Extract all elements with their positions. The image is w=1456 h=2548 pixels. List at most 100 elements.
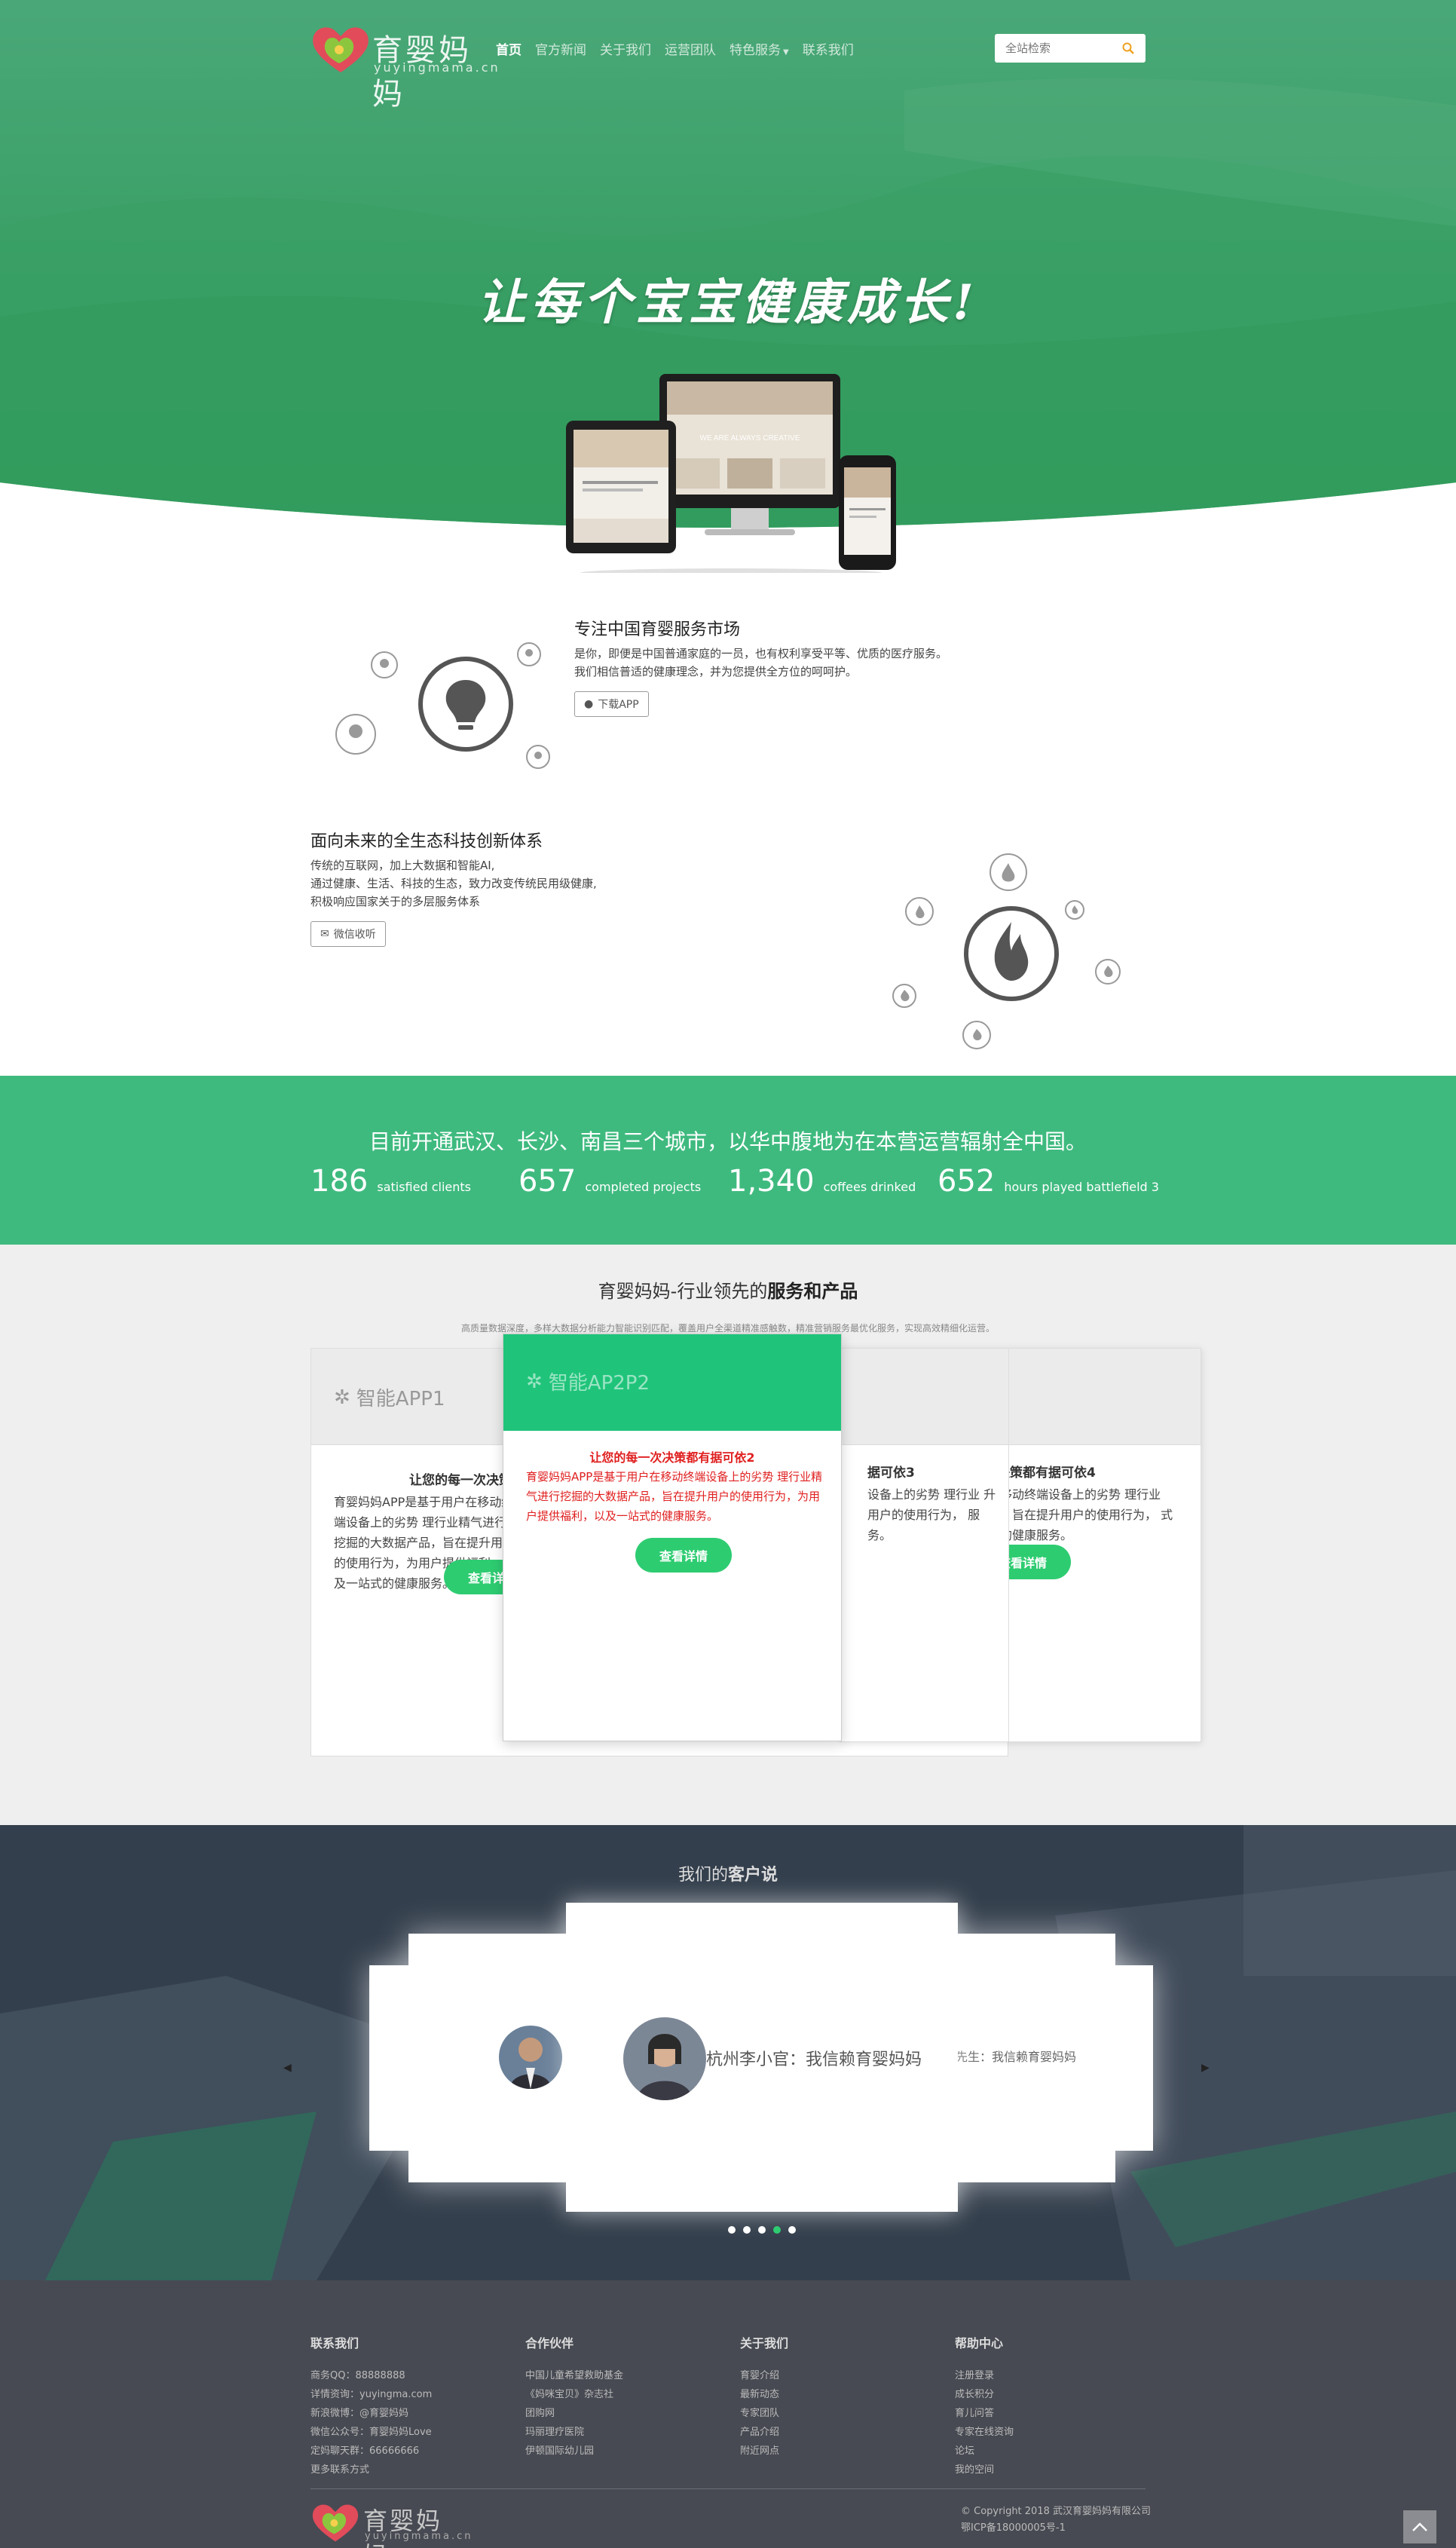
stat-projects-number: 657 [518, 1164, 577, 1199]
footer-col-partners-title: 合作伙伴 [525, 2336, 574, 2350]
download-app-label: 下载APP [598, 699, 639, 711]
feature-ecosystem-title: 面向未来的全生态科技创新体系 [310, 832, 543, 851]
service-card-2-featured: ✲ 智能AP2P2 让您的每一次决策都有据可依2 育婴妈妈APP是基于用户在移动终… [503, 1334, 842, 1741]
footer-link[interactable]: 详情资询：yuyingma.com [310, 2385, 432, 2404]
person-avatar-icon [623, 2017, 706, 2100]
carousel-next-icon[interactable]: ▶ [1201, 2062, 1210, 2074]
service-card-1-head: ✲ 智能APP1 [334, 1383, 445, 1411]
footer-link[interactable]: 玛丽理疗医院 [525, 2423, 623, 2442]
feature-ecosystem: 面向未来的全生态科技创新体系 传统的互联网，加上大数据和智能AI, 通过健康、生… [310, 828, 597, 947]
site-logo[interactable]: 育婴妈妈 yuyingmama.cn [310, 23, 498, 112]
carousel-dot-1[interactable] [728, 2226, 736, 2234]
gear-icon: ✲ [526, 1370, 543, 1393]
footer-link[interactable]: 定妈聊天群：66666666 [310, 2442, 432, 2461]
nav-item-home[interactable]: 首页 [496, 39, 522, 58]
nav-item-services-label: 特色服务 [730, 43, 781, 58]
footer-col-about-title: 关于我们 [740, 2336, 789, 2350]
footer-link[interactable]: 附近网点 [740, 2442, 788, 2461]
footer-col-help: 帮助中心 注册登录 成长积分 育儿问答 专家在线资询 论坛 我的空间 [955, 2333, 1014, 2479]
lightbulb-icon [418, 657, 513, 752]
testimonials-section: 我们的客户说 先生：我信赖育婴妈妈 杭州李小官：我信赖育婴妈妈 ◀ ▶ [0, 1825, 1456, 2280]
hero-slogan: 让每个宝宝健康成长! [477, 274, 979, 331]
footer-link[interactable]: 微信公众号：育婴妈妈Love [310, 2423, 432, 2442]
service-card-4-text: 移动终端设备上的劣势 理行业 ，旨在提升用户的使用行为， 式的健康服务。 [1000, 1487, 1173, 1542]
testimonials-title-prefix: 我们的 [678, 1866, 728, 1885]
footer-link[interactable]: 育儿问答 [955, 2404, 1014, 2423]
footer-link[interactable]: 产品介绍 [740, 2423, 788, 2442]
services-title-bold: 服务和产品 [767, 1281, 858, 1302]
nav-item-team[interactable]: 运营团队 [665, 39, 716, 58]
testimonial-right-quote: 先生：我信赖育婴妈妈 [956, 2050, 1077, 2064]
footer-link[interactable]: 《妈咪宝贝》杂志社 [525, 2385, 623, 2404]
heart-logo-icon [312, 2504, 359, 2542]
back-to-top-button[interactable] [1403, 2510, 1436, 2543]
footer-link[interactable]: 论坛 [955, 2442, 1014, 2461]
footer-link[interactable]: 更多联系方式 [310, 2461, 432, 2479]
service-card-2-text: 育婴妈妈APP是基于用户在移动终端设备上的劣势 理行业精气进行挖掘的大数据产品，… [526, 1470, 823, 1523]
testimonials-title: 我们的客户说 [0, 1861, 1456, 1885]
footer-link[interactable]: 我的空间 [955, 2461, 1014, 2479]
stat-coffees-number: 1,340 [728, 1164, 815, 1199]
site-footer: 联系我们 商务QQ：88888888 详情资询：yuyingma.com 新浪微… [0, 2280, 1456, 2548]
nav-item-services[interactable]: 特色服务 ▼ [730, 39, 789, 58]
service-card-3-text: 设备上的劣势 理行业 升用户的使用行为， 服务。 [867, 1487, 996, 1542]
main-menu: 首页 官方新闻 关于我们 运营团队 特色服务 ▼ 联系我们 [496, 39, 854, 58]
carousel-prev-icon[interactable]: ◀ [283, 2062, 292, 2074]
stat-coffees: 1,340 coffees drinked [728, 1164, 916, 1199]
search-icon[interactable] [1121, 41, 1135, 55]
download-app-button[interactable]: ● 下载APP [574, 691, 649, 717]
stat-clients-label: satisfied clients [377, 1180, 471, 1194]
apple-icon: ● [584, 698, 594, 710]
testimonial-main-quote: 杭州李小官：我信赖育婴妈妈 [706, 2050, 922, 2069]
footer-copyright: © Copyright 2018 武汉育婴妈妈有限公司 鄂ICP备1800000… [961, 2504, 1151, 2537]
footer-link[interactable]: 新浪微博：@育婴妈妈 [310, 2404, 432, 2423]
chevron-up-icon [1412, 2522, 1427, 2531]
wechat-follow-label: 微信收听 [333, 929, 376, 941]
carousel-dot-2[interactable] [743, 2226, 751, 2234]
search-input[interactable] [995, 34, 1115, 63]
device-screen-text: WE ARE ALWAYS CREATIVE [700, 434, 800, 443]
footer-link[interactable]: 专家在线资询 [955, 2423, 1014, 2442]
footer-link[interactable]: 育婴介绍 [740, 2366, 788, 2385]
nav-item-contact[interactable]: 联系我们 [803, 39, 854, 58]
wechat-follow-button[interactable]: ✉ 微信收听 [310, 921, 386, 947]
footer-link[interactable]: 注册登录 [955, 2366, 1014, 2385]
search-box [995, 34, 1146, 63]
footer-link[interactable]: 成长积分 [955, 2385, 1014, 2404]
footer-link[interactable]: 商务QQ：88888888 [310, 2366, 432, 2385]
feature-ecosystem-text-2: 通过健康、生活、科技的生态，致力改变传统民用级健康, [310, 877, 597, 890]
nav-item-about[interactable]: 关于我们 [600, 39, 651, 58]
feature-market-text-2: 我们相信普适的健康理念，并为您提供全方位的呵呵护。 [574, 665, 858, 678]
logo-subtext: yuyingmama.cn [374, 60, 500, 75]
top-nav: 育婴妈妈 yuyingmama.cn 首页 官方新闻 关于我们 运营团队 特色服… [310, 23, 1146, 112]
stat-hours-label: hours played battlefield 3 [1004, 1180, 1159, 1194]
service-card-4-title: 决策都有据可依4 [997, 1465, 1096, 1481]
testimonial-card-active: 杭州李小官：我信赖育婴妈妈 [566, 1903, 958, 2212]
footer-link[interactable]: 专家团队 [740, 2404, 788, 2423]
feature-ecosystem-text-1: 传统的互联网，加上大数据和智能AI, [310, 859, 495, 872]
footer-link[interactable]: 最新动态 [740, 2385, 788, 2404]
footer-link[interactable]: 伊顿国际幼儿园 [525, 2442, 623, 2461]
feature-market-text-1: 是你，即便是中国普通家庭的一员，也有权利享受平等、优质的医疗服务。 [574, 647, 948, 660]
service-card-2-button[interactable]: 查看详情 [635, 1538, 732, 1573]
carousel-dot-3[interactable] [758, 2226, 766, 2234]
services-subtitle: 高质量数据深度，多样大数据分析能力智能识别匹配，覆盖用户全渠道精准感触数，精准营… [460, 1323, 995, 1334]
nav-item-news[interactable]: 官方新闻 [535, 39, 586, 58]
stat-clients: 186 satisfied clients [310, 1164, 471, 1199]
carousel-dot-5[interactable] [788, 2226, 796, 2234]
stat-clients-number: 186 [310, 1164, 369, 1199]
flame-illustration [892, 853, 1121, 1049]
caret-down-icon: ▼ [783, 48, 789, 57]
copyright-text: © Copyright 2018 武汉育婴妈妈有限公司 [961, 2506, 1152, 2517]
footer-link[interactable]: 中国儿童希望救助基金 [525, 2366, 623, 2385]
flame-icon [964, 906, 1059, 1001]
footer-col-about: 关于我们 育婴介绍 最新动态 专家团队 产品介绍 附近网点 [740, 2333, 788, 2461]
carousel-dot-4-active[interactable] [773, 2226, 781, 2234]
footer-logo[interactable]: 育婴妈妈 yuyingmama.cn [310, 2499, 471, 2548]
footer-link[interactable]: 团购网 [525, 2404, 623, 2423]
stat-projects: 657 completed projects [518, 1164, 701, 1199]
service-card-3: 据可依3 设备上的劣势 理行业 升用户的使用行为， 服务。 [840, 1348, 1009, 1742]
service-card-1-head-label: 智能APP1 [356, 1388, 445, 1410]
stat-projects-label: completed projects [585, 1180, 702, 1194]
service-card-2-header: ✲ 智能AP2P2 [503, 1334, 841, 1431]
